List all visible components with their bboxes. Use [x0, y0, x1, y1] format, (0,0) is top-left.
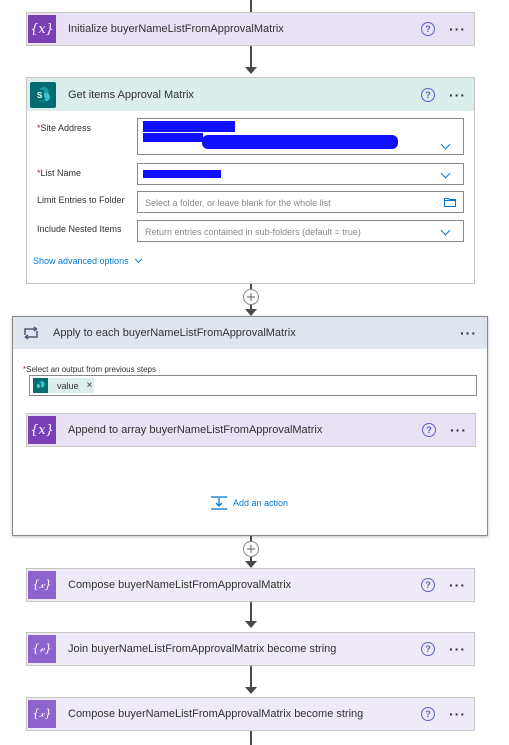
arrow-down-icon	[245, 687, 257, 694]
more-options-icon[interactable]: ···	[449, 642, 466, 656]
nested-items-label: Include Nested Items	[37, 224, 122, 234]
join-card[interactable]: {𝓋} Join buyerNameListFromApprovalMatrix…	[26, 632, 475, 666]
step-title: Compose buyerNameListFromApprovalMatrix	[68, 579, 292, 591]
list-name-field[interactable]	[137, 163, 464, 185]
variable-icon: {x}	[28, 15, 56, 43]
compose-icon: {𝓍}	[28, 571, 56, 599]
more-options-icon[interactable]: ···	[449, 22, 466, 36]
svg-text:S: S	[37, 91, 43, 100]
step-title: Join buyerNameListFromApprovalMatrix bec…	[68, 643, 337, 655]
step-title: Compose buyerNameListFromApprovalMatrix …	[68, 708, 364, 720]
loop-icon	[19, 319, 43, 347]
insert-step-plus-icon[interactable]	[243, 289, 259, 305]
help-icon[interactable]: ?	[421, 642, 435, 656]
chevron-down-icon[interactable]	[440, 168, 451, 179]
insert-step-plus-icon[interactable]	[243, 541, 259, 557]
apply-to-each-card[interactable]: Apply to each buyerNameListFromApprovalM…	[12, 316, 488, 536]
list-name-label: *List Name	[37, 168, 82, 178]
arrow-down-icon	[245, 309, 257, 316]
select-output-field[interactable]: S value ×	[29, 375, 477, 396]
nested-items-field[interactable]: Return entries contained in sub-folders …	[137, 220, 464, 242]
step-title: Get items Approval Matrix	[68, 88, 194, 101]
arrow-down-icon	[245, 67, 257, 74]
limit-folder-field[interactable]: Select a folder, or leave blank for the …	[137, 191, 464, 213]
compose-icon: {𝓍}	[28, 700, 56, 728]
redacted-value	[143, 170, 221, 178]
get-items-card[interactable]: S Get items Approval Matrix ? ··· *Site …	[26, 77, 475, 284]
step-title: Append to array buyerNameListFromApprova…	[68, 424, 323, 436]
help-icon[interactable]: ?	[421, 578, 435, 592]
help-icon[interactable]: ?	[421, 22, 435, 36]
help-icon[interactable]: ?	[421, 87, 435, 102]
compose-card[interactable]: {𝓍} Compose buyerNameListFromApprovalMat…	[26, 568, 475, 602]
more-options-icon[interactable]: ···	[460, 326, 477, 340]
site-address-label: *Site Address	[37, 123, 92, 133]
more-options-icon[interactable]: ···	[449, 88, 466, 102]
chevron-down-icon[interactable]	[440, 139, 451, 150]
more-options-icon[interactable]: ···	[449, 707, 466, 721]
compose-string-card[interactable]: {𝓍} Compose buyerNameListFromApprovalMat…	[26, 697, 475, 731]
sharepoint-icon: S	[33, 378, 48, 393]
connector-line	[250, 666, 252, 688]
append-to-array-card[interactable]: {x} Append to array buyerNameListFromApp…	[26, 413, 476, 447]
folder-icon[interactable]	[444, 197, 456, 207]
variable-icon: {x}	[28, 416, 56, 444]
select-output-label: *Select an output from previous steps	[23, 365, 156, 374]
add-action-button[interactable]: Add an action	[211, 495, 288, 511]
chevron-down-icon[interactable]	[440, 225, 451, 236]
arrow-down-icon	[245, 621, 257, 628]
more-options-icon[interactable]: ···	[449, 578, 466, 592]
join-icon: {𝓋}	[28, 635, 56, 663]
remove-token-icon[interactable]: ×	[87, 380, 93, 391]
placeholder-text: Select a folder, or leave blank for the …	[145, 198, 331, 208]
token-label: value	[57, 380, 79, 391]
help-icon[interactable]: ?	[421, 707, 435, 721]
step-title: Apply to each buyerNameListFromApprovalM…	[53, 327, 296, 339]
step-title: Initialize buyerNameListFromApprovalMatr…	[68, 23, 284, 35]
initialize-variable-card[interactable]: {x} Initialize buyerNameListFromApproval…	[26, 12, 475, 46]
connector-line	[250, 731, 252, 745]
redacted-value	[202, 135, 398, 149]
chevron-down-icon	[134, 255, 142, 264]
redacted-value	[143, 133, 203, 142]
arrow-down-icon	[245, 561, 257, 568]
sharepoint-icon: S	[30, 81, 56, 108]
more-options-icon[interactable]: ···	[450, 423, 467, 437]
value-token[interactable]: S value ×	[33, 378, 94, 393]
connector-line	[250, 46, 252, 68]
placeholder-text: Return entries contained in sub-folders …	[145, 227, 361, 237]
connector-line	[250, 0, 252, 12]
connector-line	[250, 602, 252, 622]
show-advanced-options-link[interactable]: Show advanced options	[33, 255, 142, 266]
add-action-icon	[211, 496, 227, 510]
limit-folder-label: Limit Entries to Folder	[37, 195, 125, 205]
help-icon[interactable]: ?	[422, 423, 436, 437]
redacted-value	[143, 121, 235, 132]
site-address-field[interactable]	[137, 118, 464, 155]
